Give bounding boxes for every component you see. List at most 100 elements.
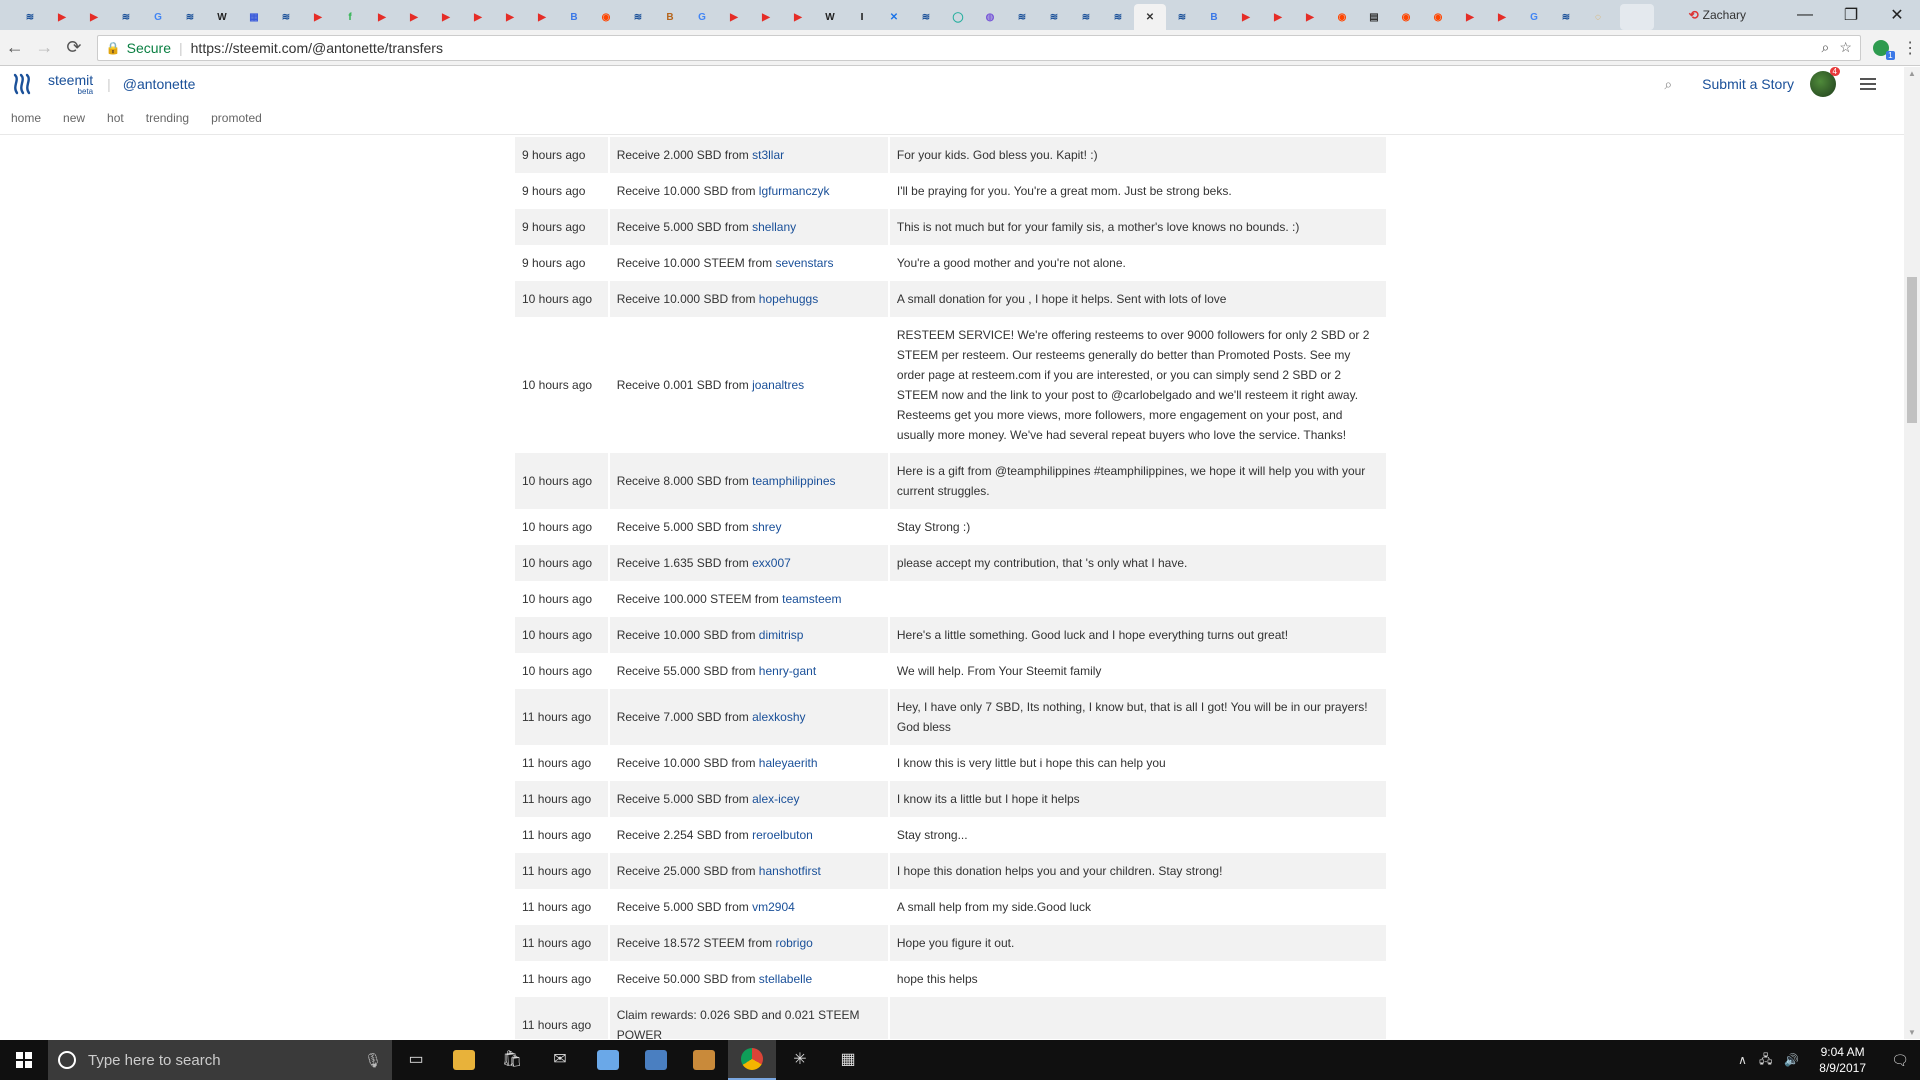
browser-tab[interactable]: ▶	[718, 4, 750, 30]
browser-tab[interactable]: B	[654, 4, 686, 30]
browser-tab[interactable]: ◯	[942, 4, 974, 30]
taskbar-search[interactable]: Type here to search 🎙	[48, 1040, 392, 1080]
sender-link[interactable]: lgfurmanczyk	[759, 184, 830, 198]
network-icon[interactable]: 🖧	[1759, 1050, 1772, 1071]
browser-tab[interactable]: ▤	[1358, 4, 1390, 30]
brand-link[interactable]: steemit beta	[48, 73, 93, 96]
sender-link[interactable]: stellabelle	[759, 972, 812, 986]
sender-link[interactable]: alex-icey	[752, 792, 799, 806]
sender-link[interactable]: sevenstars	[775, 256, 833, 270]
browser-tab[interactable]: ▶	[1454, 4, 1486, 30]
browser-tab[interactable]: ▶	[1294, 4, 1326, 30]
browser-tab[interactable]: ▶	[398, 4, 430, 30]
browser-tab[interactable]: I	[846, 4, 878, 30]
browser-tab[interactable]: ▶	[78, 4, 110, 30]
taskbar-task-view-button[interactable]: ▭	[392, 1040, 440, 1080]
browser-tab[interactable]: ▶	[1230, 4, 1262, 30]
sender-link[interactable]: robrigo	[775, 936, 812, 950]
sender-link[interactable]: hopehuggs	[759, 292, 818, 306]
nav-promoted[interactable]: promoted	[211, 111, 262, 125]
browser-tab[interactable]: ◌	[1582, 4, 1614, 30]
browser-tab[interactable]: ✕	[878, 4, 910, 30]
close-window-button[interactable]: ✕	[1874, 5, 1920, 25]
taskbar-file-explorer-button[interactable]	[440, 1040, 488, 1080]
browser-tab[interactable]: B	[558, 4, 590, 30]
hamburger-menu-icon[interactable]	[1860, 78, 1876, 90]
tray-chevron-icon[interactable]: ∧	[1738, 1053, 1747, 1067]
taskbar-calculator-button[interactable]: ▦	[824, 1040, 872, 1080]
start-button[interactable]	[0, 1040, 48, 1080]
bookmark-star-icon[interactable]: ☆	[1839, 39, 1852, 56]
taskbar-paint-button[interactable]	[632, 1040, 680, 1080]
browser-tab[interactable]: ▶	[782, 4, 814, 30]
scroll-up-icon[interactable]: ▲	[1908, 69, 1916, 78]
back-button[interactable]: ←	[0, 37, 30, 58]
browser-tab[interactable]: ≋	[1550, 4, 1582, 30]
profile-button[interactable]: ⟲ Zachary	[1689, 8, 1746, 22]
browser-tab[interactable]: ▶	[366, 4, 398, 30]
taskbar-nebula-button[interactable]: ✳	[776, 1040, 824, 1080]
browser-tab[interactable]: ▶	[750, 4, 782, 30]
browser-tab[interactable]: ≋	[1070, 4, 1102, 30]
scroll-down-icon[interactable]: ▼	[1908, 1028, 1916, 1037]
sender-link[interactable]: shellany	[752, 220, 796, 234]
browser-tab[interactable]: ▦	[238, 4, 270, 30]
browser-tab[interactable]: ▶	[1262, 4, 1294, 30]
nav-hot[interactable]: hot	[107, 111, 124, 125]
volume-icon[interactable]: 🔊	[1784, 1053, 1799, 1067]
browser-tab[interactable]: ≋	[1102, 4, 1134, 30]
browser-tab[interactable]: W	[206, 4, 238, 30]
browser-tab[interactable]: ◉	[1326, 4, 1358, 30]
sender-link[interactable]: haleyaerith	[759, 756, 818, 770]
taskbar-notepad-button[interactable]	[584, 1040, 632, 1080]
browser-tab[interactable]: G	[686, 4, 718, 30]
browser-tab[interactable]: ▶	[462, 4, 494, 30]
browser-tab[interactable]: ≋	[174, 4, 206, 30]
sender-link[interactable]: shrey	[752, 520, 781, 534]
browser-tab[interactable]: ◉	[1390, 4, 1422, 30]
sender-link[interactable]: dimitrisp	[759, 628, 804, 642]
microphone-icon[interactable]: 🎙	[364, 1052, 382, 1069]
taskbar-pinwheel-button[interactable]	[680, 1040, 728, 1080]
nav-home[interactable]: home	[11, 111, 41, 125]
clock[interactable]: 9:04 AM 8/9/2017	[1819, 1044, 1866, 1076]
browser-tab[interactable]: ◉	[590, 4, 622, 30]
sender-link[interactable]: teamsteem	[782, 592, 841, 606]
browser-tab[interactable]: W	[814, 4, 846, 30]
minimize-button[interactable]: —	[1782, 6, 1828, 24]
sender-link[interactable]: vm2904	[752, 900, 795, 914]
browser-tab[interactable]: ◍	[974, 4, 1006, 30]
browser-tab[interactable]: ▶	[46, 4, 78, 30]
steemit-logo-icon[interactable]	[10, 71, 36, 97]
taskbar-chrome-button[interactable]	[728, 1040, 776, 1080]
new-tab-button[interactable]	[1620, 4, 1654, 30]
taskbar-store-button[interactable]: 🛍	[488, 1040, 536, 1080]
close-active-icon[interactable]: ✕	[1142, 10, 1158, 24]
search-icon[interactable]: ⌕	[1664, 76, 1672, 93]
avatar[interactable]: 4	[1810, 67, 1840, 97]
browser-tab[interactable]: ≋	[910, 4, 942, 30]
account-link[interactable]: @antonette	[123, 76, 196, 92]
restore-button[interactable]: ❐	[1828, 5, 1874, 25]
reload-button[interactable]: ⟳	[59, 37, 89, 58]
submit-story-button[interactable]: Submit a Story	[1702, 76, 1794, 92]
browser-tab[interactable]: ▶	[494, 4, 526, 30]
browser-tab[interactable]: ≋	[110, 4, 142, 30]
browser-tab[interactable]: ≋	[1038, 4, 1070, 30]
zoom-icon[interactable]: ⌕	[1821, 39, 1829, 56]
browser-tab[interactable]: f	[334, 4, 366, 30]
omnibox[interactable]: 🔒 Secure | https://steemit.com/@antonett…	[96, 34, 1861, 61]
url-text[interactable]: https://steemit.com/@antonette/transfers	[191, 40, 1812, 56]
browser-tab[interactable]: ▶	[526, 4, 558, 30]
action-center-icon[interactable]: 🗨	[1880, 1052, 1920, 1069]
browser-tab[interactable]: ▶	[1486, 4, 1518, 30]
sender-link[interactable]: st3llar	[752, 148, 784, 162]
sender-link[interactable]: alexkoshy	[752, 710, 805, 724]
browser-tab[interactable]: G	[142, 4, 174, 30]
browser-tab[interactable]: B	[1198, 4, 1230, 30]
sender-link[interactable]: reroelbuton	[752, 828, 813, 842]
browser-tab[interactable]: ✕	[1134, 4, 1166, 30]
browser-tab[interactable]: ≋	[1166, 4, 1198, 30]
browser-tab[interactable]: ◉	[1422, 4, 1454, 30]
browser-tab[interactable]: G	[1518, 4, 1550, 30]
